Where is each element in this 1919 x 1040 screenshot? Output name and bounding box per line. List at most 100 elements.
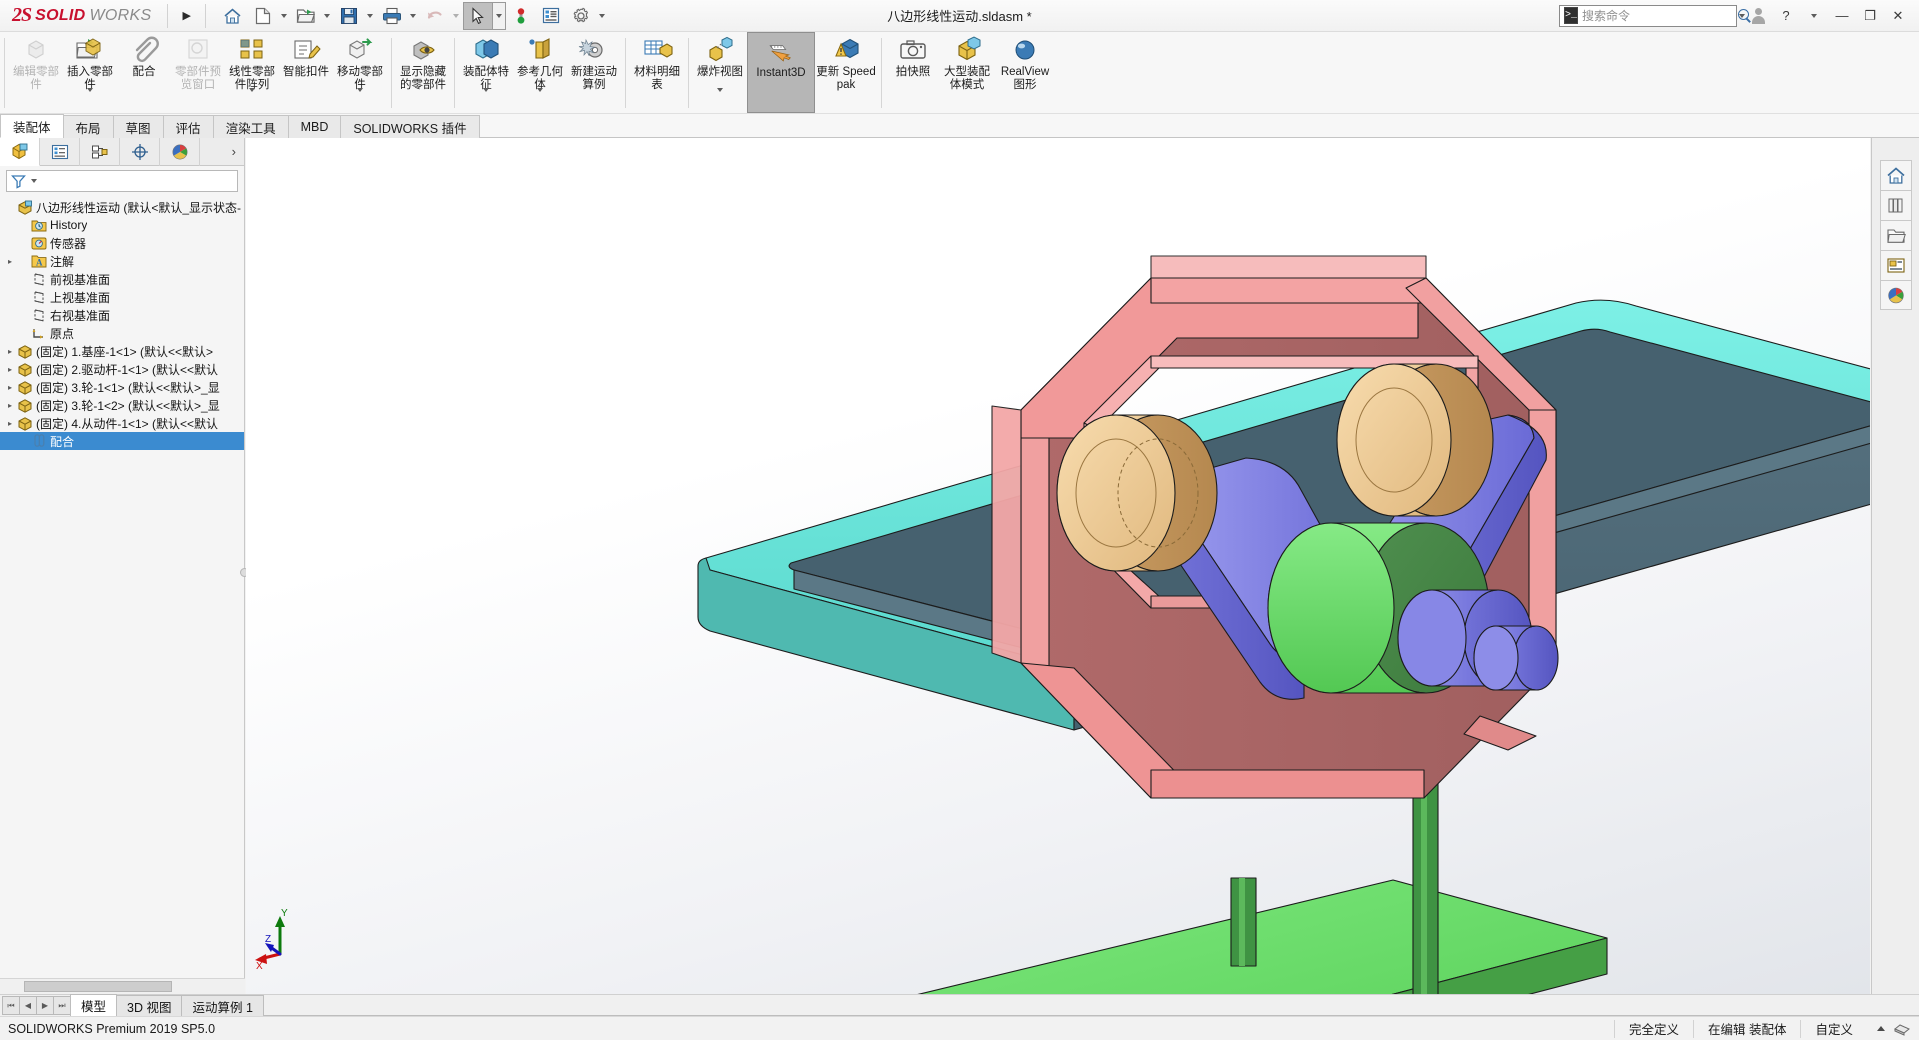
ribbon-button-smart-fastener[interactable]: 智能扣件 xyxy=(279,32,333,113)
ribbon-button-assembly-feature[interactable]: 装配体特征 xyxy=(459,32,513,113)
tab-property-manager[interactable] xyxy=(40,137,80,166)
command-tab-2[interactable]: 草图 xyxy=(112,115,164,138)
document-tab-2[interactable]: 运动算例 1 xyxy=(181,995,264,1016)
tab-display-manager[interactable] xyxy=(160,137,200,166)
view-palette-icon[interactable] xyxy=(1879,250,1912,280)
chevron-down-icon[interactable] xyxy=(483,88,489,110)
tree-item[interactable]: ▸ (固定) 2.驱动杆-1<1> (默认<<默认 xyxy=(0,360,244,378)
assembly-model-3d[interactable] xyxy=(246,138,1870,994)
filter-dropdown-caret[interactable] xyxy=(31,179,37,183)
tree-item[interactable]: ▸ (固定) 3.轮-1<1> (默认<<默认>_显 xyxy=(0,378,244,396)
command-tab-6[interactable]: SOLIDWORKS 插件 xyxy=(340,115,480,138)
sw-resources-home-icon[interactable] xyxy=(1879,160,1912,190)
tab-nav-prev[interactable]: ◀ xyxy=(19,996,37,1015)
command-tab-0[interactable]: 装配体 xyxy=(0,114,64,138)
help-dropdown-caret[interactable] xyxy=(1801,3,1827,29)
chevron-down-icon[interactable] xyxy=(87,88,93,110)
save-dropdown[interactable] xyxy=(364,2,377,30)
status-cell-custom[interactable]: 自定义 xyxy=(1800,1019,1867,1038)
feature-tree-filter[interactable] xyxy=(6,170,238,192)
tab-feature-manager-tree[interactable] xyxy=(0,137,40,166)
tab-nav-first[interactable]: ⏮ xyxy=(2,996,20,1015)
restore-button[interactable]: ❐ xyxy=(1857,3,1883,29)
chevron-down-icon[interactable] xyxy=(249,88,255,110)
tree-item[interactable]: History xyxy=(0,216,244,234)
command-tab-1[interactable]: 布局 xyxy=(62,115,114,138)
tree-item[interactable]: ▸ A 注解 xyxy=(0,252,244,270)
tab-nav-last[interactable]: ⏭ xyxy=(53,996,71,1015)
ribbon-button-snapshot-camera[interactable]: 拍快照 xyxy=(886,32,940,113)
chevron-down-icon[interactable] xyxy=(537,88,543,110)
appearances-scenes-icon[interactable] xyxy=(1879,280,1912,310)
minimize-button[interactable]: — xyxy=(1829,3,1855,29)
print-dropdown[interactable] xyxy=(407,2,420,30)
file-explorer-icon[interactable] xyxy=(1879,220,1912,250)
options-dropdown[interactable] xyxy=(596,2,609,30)
expand-triangle-icon[interactable]: ▸ xyxy=(4,383,16,392)
tree-item[interactable]: 右视基准面 xyxy=(0,306,244,324)
user-account-icon[interactable] xyxy=(1745,3,1771,29)
new-document-dropdown[interactable] xyxy=(278,2,291,30)
tab-configuration-manager[interactable] xyxy=(80,137,120,166)
design-library-icon[interactable] xyxy=(1879,190,1912,220)
command-tab-4[interactable]: 渲染工具 xyxy=(212,115,289,138)
status-expand-arrow[interactable] xyxy=(1877,1026,1885,1031)
document-tab-0[interactable]: 模型 xyxy=(70,994,118,1016)
scrollbar-thumb[interactable] xyxy=(24,981,172,992)
command-tab-5[interactable]: MBD xyxy=(287,115,342,138)
search-input[interactable] xyxy=(1582,8,1738,23)
gear-icon[interactable] xyxy=(566,2,596,30)
ribbon-button-exploded-view[interactable]: 爆炸视图 xyxy=(693,32,747,113)
expand-triangle-icon[interactable]: ▸ xyxy=(4,365,16,374)
bill-of-materials-icon xyxy=(640,35,674,65)
expand-triangle-icon[interactable]: ▸ xyxy=(4,419,16,428)
save-icon[interactable] xyxy=(334,2,364,30)
tree-item[interactable]: ▸ (固定) 1.基座-1<1> (默认<<默认> xyxy=(0,342,244,360)
new-document-icon[interactable] xyxy=(248,2,278,30)
tree-item[interactable]: 传感器 xyxy=(0,234,244,252)
select-dropdown[interactable] xyxy=(492,1,506,30)
expand-triangle-icon[interactable]: ▸ xyxy=(4,257,16,266)
tree-item[interactable]: ▸ (固定) 4.从动件-1<1> (默认<<默认 xyxy=(0,414,244,432)
command-tab-3[interactable]: 评估 xyxy=(162,115,214,138)
search-commands-box[interactable]: >_ xyxy=(1559,4,1750,27)
ribbon-button-linear-pattern[interactable]: 线性零部件阵列 xyxy=(225,32,279,113)
menu-expand-arrow[interactable]: ▶ xyxy=(174,9,198,22)
close-button[interactable]: ✕ xyxy=(1885,3,1911,29)
tree-item[interactable]: ▸ (固定) 3.轮-1<2> (默认<<默认>_显 xyxy=(0,396,244,414)
expand-triangle-icon[interactable]: ▸ xyxy=(4,347,16,356)
open-folder-icon[interactable] xyxy=(291,2,321,30)
feature-tree-horizontal-scrollbar[interactable] xyxy=(0,978,245,994)
ribbon-button-mate-paperclip[interactable]: 配合 xyxy=(117,32,171,113)
tab-nav-next[interactable]: ▶ xyxy=(36,996,54,1015)
ribbon-button-large-assembly-mode[interactable]: 大型装配体模式 xyxy=(940,32,994,113)
chevron-down-icon[interactable] xyxy=(357,88,363,110)
chevron-down-icon[interactable] xyxy=(717,88,723,110)
ribbon-button-realview-graphics[interactable]: RealView 图形 xyxy=(994,32,1056,113)
home-icon[interactable] xyxy=(218,2,248,30)
ribbon-button-move-component[interactable]: 移动零部件 xyxy=(333,32,387,113)
document-tab-1[interactable]: 3D 视图 xyxy=(116,995,183,1016)
ribbon-button-bill-of-materials[interactable]: 材料明细表 xyxy=(630,32,684,113)
options-list-icon[interactable] xyxy=(536,2,566,30)
feature-manager-more-tabs[interactable]: › xyxy=(232,144,244,159)
ribbon-button-new-motion-study[interactable]: 新建运动算例 xyxy=(567,32,621,113)
ribbon-button-instant3d[interactable]: Instant3D xyxy=(747,32,815,113)
tree-item[interactable]: 配合 xyxy=(0,432,244,450)
tree-item[interactable]: 八边形线性运动 (默认<默认_显示状态- xyxy=(0,198,244,216)
tree-item[interactable]: 原点 xyxy=(0,324,244,342)
ribbon-button-insert-component[interactable]: 插入零部件 xyxy=(63,32,117,113)
ribbon-button-update-speedpak[interactable]: 更新 Speedpak xyxy=(815,32,877,113)
tree-item[interactable]: 前视基准面 xyxy=(0,270,244,288)
select-cursor-icon[interactable] xyxy=(462,1,493,30)
help-button[interactable]: ? xyxy=(1773,3,1799,29)
ribbon-button-show-hidden-components[interactable]: 显示隐藏的零部件 xyxy=(396,32,450,113)
tree-item[interactable]: 上视基准面 xyxy=(0,288,244,306)
open-dropdown[interactable] xyxy=(321,2,334,30)
graphics-area[interactable]: A ◁▷—❐✕ xyxy=(246,138,1870,994)
expand-triangle-icon[interactable]: ▸ xyxy=(4,401,16,410)
ribbon-button-reference-geometry[interactable]: 参考几何体 xyxy=(513,32,567,113)
rebuild-icon[interactable] xyxy=(506,2,536,30)
tab-dimxpert-manager[interactable] xyxy=(120,137,160,166)
print-icon[interactable] xyxy=(377,2,407,30)
